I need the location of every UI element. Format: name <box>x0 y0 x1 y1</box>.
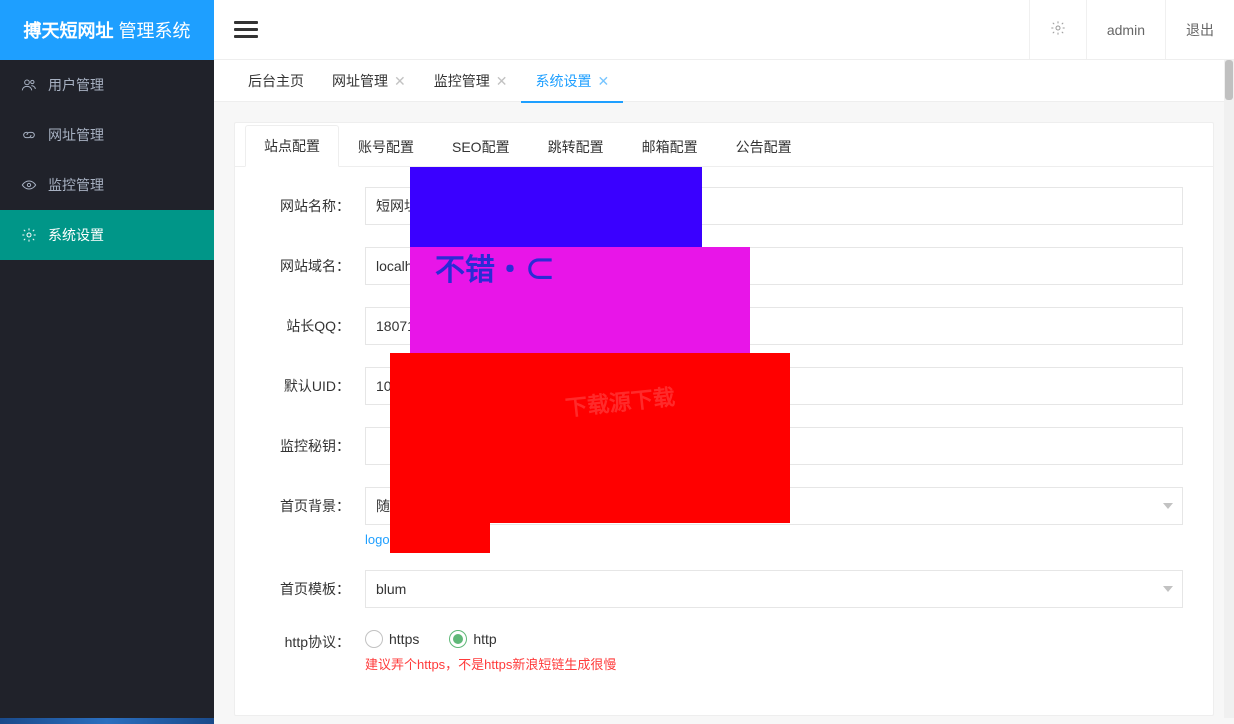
sidebar-item-label: 用户管理 <box>48 75 104 95</box>
subtab-notice[interactable]: 公告配置 <box>717 126 811 167</box>
radio-label: http <box>473 631 496 647</box>
annotation-text: 不错・⊂ <box>435 245 555 289</box>
main: admin 退出 后台主页 网址管理 ✕ 监控管理 ✕ 系统设置 ✕ <box>214 0 1234 724</box>
gear-icon <box>20 226 38 244</box>
subtab-seo[interactable]: SEO配置 <box>433 126 529 167</box>
close-icon[interactable]: ✕ <box>394 74 406 88</box>
scrollbar[interactable] <box>1224 60 1234 718</box>
sidebar-item-monitor[interactable]: 监控管理 <box>0 160 214 210</box>
logo-rest: 管理系统 <box>113 21 190 41</box>
censor-block <box>390 353 790 523</box>
censor-block <box>410 167 702 247</box>
radio-icon <box>365 630 383 648</box>
chevron-down-icon <box>1163 586 1173 592</box>
subtab-bar: 站点配置 账号配置 SEO配置 跳转配置 邮箱配置 公告配置 <box>235 123 1213 167</box>
template-select[interactable] <box>365 570 1183 608</box>
tab-label: 网址管理 <box>332 71 388 91</box>
radio-http[interactable]: http <box>449 630 496 648</box>
label-bg: 首页背景： <box>265 487 365 516</box>
subtab-account[interactable]: 账号配置 <box>339 126 433 167</box>
header: admin 退出 <box>214 0 1234 60</box>
label-template: 首页模板： <box>265 579 365 599</box>
site-config-form: 网站名称： 网站域名： 站长QQ： 默认UID： <box>235 167 1213 715</box>
logo-bold: 搏天短网址 <box>23 21 113 41</box>
row-template: 首页模板： <box>265 570 1183 608</box>
header-settings-button[interactable] <box>1029 0 1086 59</box>
sidebar: 搏天短网址 管理系统 用户管理 网址管理 监控管理 系统设置 <box>0 0 214 724</box>
close-icon[interactable]: ✕ <box>496 74 508 88</box>
menu-toggle-icon[interactable] <box>234 18 258 42</box>
censor-block <box>390 523 490 553</box>
link-icon <box>20 126 38 144</box>
label-http: http协议： <box>265 630 365 652</box>
tab-home[interactable]: 后台主页 <box>234 60 318 102</box>
tab-label: 监控管理 <box>434 71 490 91</box>
label-domain: 网站域名： <box>265 256 365 276</box>
tab-monitor[interactable]: 监控管理 ✕ <box>420 60 522 102</box>
row-http: http协议： https http <box>265 630 1183 673</box>
header-right: admin 退出 <box>1029 0 1234 59</box>
tab-label: 后台主页 <box>248 71 304 91</box>
radio-icon <box>449 630 467 648</box>
logout-button[interactable]: 退出 <box>1165 0 1234 59</box>
label-secret: 监控秘钥： <box>265 436 365 456</box>
sidebar-item-urls[interactable]: 网址管理 <box>0 110 214 160</box>
tab-settings[interactable]: 系统设置 ✕ <box>521 60 623 102</box>
app-root: 搏天短网址 管理系统 用户管理 网址管理 监控管理 系统设置 admin <box>0 0 1234 724</box>
subtab-mail[interactable]: 邮箱配置 <box>623 126 717 167</box>
gear-icon <box>1050 20 1066 39</box>
header-user[interactable]: admin <box>1086 0 1165 59</box>
label-uid: 默认UID： <box>265 376 365 396</box>
http-radio-group: https http <box>365 630 1183 648</box>
sidebar-item-label: 监控管理 <box>48 175 104 195</box>
close-icon[interactable]: ✕ <box>597 74 609 88</box>
subtab-redirect[interactable]: 跳转配置 <box>529 126 623 167</box>
eye-icon <box>20 176 38 194</box>
users-icon <box>20 76 38 94</box>
label-qq: 站长QQ： <box>265 316 365 336</box>
sidebar-item-settings[interactable]: 系统设置 <box>0 210 214 260</box>
radio-label: https <box>389 631 419 647</box>
template-select-input[interactable] <box>365 570 1183 608</box>
decorative-glow <box>0 718 214 724</box>
tab-label: 系统设置 <box>535 71 591 91</box>
row-site-name: 网站名称： <box>265 187 1183 225</box>
content: 站点配置 账号配置 SEO配置 跳转配置 邮箱配置 公告配置 网站名称： 网站域… <box>214 102 1234 724</box>
tab-urls[interactable]: 网址管理 ✕ <box>318 60 420 102</box>
settings-card: 站点配置 账号配置 SEO配置 跳转配置 邮箱配置 公告配置 网站名称： 网站域… <box>234 122 1214 716</box>
sidebar-item-label: 网址管理 <box>48 125 104 145</box>
http-hint: 建议弄个https，不是https新浪短链生成很慢 <box>365 654 1183 673</box>
subtab-site[interactable]: 站点配置 <box>245 125 339 167</box>
logo: 搏天短网址 管理系统 <box>0 0 214 60</box>
sidebar-item-label: 系统设置 <box>48 225 104 245</box>
chevron-down-icon <box>1163 503 1173 509</box>
tab-bar: 后台主页 网址管理 ✕ 监控管理 ✕ 系统设置 ✕ <box>214 60 1234 102</box>
scrollbar-thumb[interactable] <box>1225 60 1233 100</box>
label-site-name: 网站名称： <box>265 196 365 216</box>
radio-https[interactable]: https <box>365 630 419 648</box>
sidebar-item-users[interactable]: 用户管理 <box>0 60 214 110</box>
